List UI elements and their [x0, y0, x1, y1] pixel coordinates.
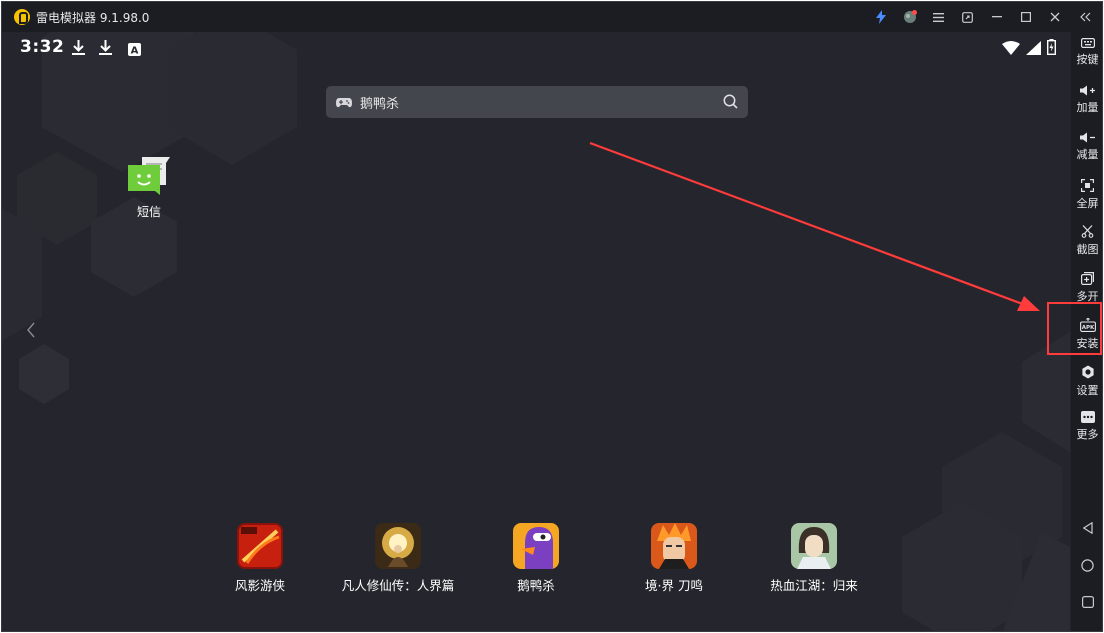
goose-goose-duck-icon	[513, 523, 559, 569]
battery-icon	[1046, 39, 1056, 59]
svg-text:APK: APK	[1081, 325, 1094, 331]
dock-app-goose-goose-duck[interactable]: 鹅鸭杀	[471, 523, 601, 594]
settings-icon	[1071, 365, 1102, 379]
volume-down-icon	[1071, 132, 1102, 143]
more-icon	[1071, 411, 1102, 423]
back-icon	[1082, 519, 1093, 538]
bleach-game-icon	[651, 523, 697, 569]
maximize-icon[interactable]	[1011, 2, 1040, 32]
restore-window-icon[interactable]	[953, 2, 982, 32]
title-bar: 雷电模拟器 9.1.98.0	[2, 2, 1102, 32]
toolbar-fullscreen-button[interactable]: 全屏	[1071, 179, 1102, 219]
signal-icon	[1026, 40, 1041, 59]
toolbar-more-button[interactable]: 更多	[1071, 411, 1102, 451]
search-icon[interactable]	[723, 94, 738, 113]
menu-icon[interactable]	[924, 2, 953, 32]
window-title: 雷电模拟器 9.1.98.0	[36, 10, 150, 25]
android-screen: 3:32 A 鹅鸭杀 短信 风影游侠 凡人修仙传：人界篇 鹅鸭杀 境·界 刀鸣 …	[2, 32, 1070, 631]
dock-app-rexue[interactable]: 热血江湖：归来	[749, 523, 879, 594]
apk-install-icon: APK	[1071, 318, 1102, 332]
gamepad-icon	[336, 93, 352, 112]
toolbar-label: 全屏	[1076, 197, 1099, 210]
skin-icon[interactable]	[895, 2, 924, 32]
status-right	[1002, 39, 1056, 59]
nav-recents-button[interactable]	[1071, 591, 1102, 613]
nav-home-button[interactable]	[1071, 555, 1102, 577]
toolbar-label: 设置	[1076, 384, 1099, 397]
keyboard-a-icon: A	[128, 41, 141, 60]
fanren-game-icon	[375, 523, 421, 569]
toolbar-volume-up-button[interactable]: 加量	[1071, 85, 1102, 125]
lightning-icon[interactable]	[866, 2, 895, 32]
toolbar-label: 截图	[1076, 243, 1099, 256]
toolbar-label: 多开	[1076, 290, 1099, 303]
side-toolbar: 按键 加量 减量 全屏 截图 多开 APK 安装 设置 更多	[1071, 32, 1102, 631]
download-icon	[72, 40, 85, 59]
svg-text:A: A	[131, 46, 139, 57]
toolbar-volume-down-button[interactable]: 减量	[1071, 132, 1102, 172]
download-icon	[99, 40, 112, 59]
toolbar-settings-button[interactable]: 设置	[1071, 365, 1102, 405]
dock-app-label: 鹅鸭杀	[517, 578, 555, 593]
toolbar-multi-instance-button[interactable]: 多开	[1071, 272, 1102, 312]
sms-icon	[128, 157, 170, 199]
minimize-icon[interactable]	[982, 2, 1011, 32]
desktop-app-label: 短信	[136, 205, 161, 219]
toolbar-label: 按键	[1076, 53, 1099, 66]
toolbar-install-apk-button[interactable]: APK 安装	[1071, 318, 1102, 358]
dock-app-label: 凡人修仙传：人界篇	[341, 578, 455, 593]
dock-app-fanren[interactable]: 凡人修仙传：人界篇	[333, 523, 463, 594]
toolbar-label: 减量	[1076, 148, 1099, 161]
toolbar-label: 安装	[1076, 337, 1099, 350]
search-query: 鹅鸭杀	[360, 96, 400, 112]
toolbar-label: 更多	[1076, 428, 1099, 441]
home-icon	[1081, 557, 1094, 576]
keymap-icon	[1071, 38, 1102, 48]
wifi-icon	[1002, 40, 1020, 59]
volume-up-icon	[1071, 85, 1102, 96]
status-time: 3:32	[20, 37, 65, 57]
dock-app-fengying[interactable]: 风影游侠	[195, 523, 325, 594]
toolbar-label: 加量	[1076, 101, 1099, 114]
title-controls	[866, 2, 1102, 32]
collapse-sidebar-icon[interactable]	[1069, 2, 1102, 32]
toolbar-screenshot-button[interactable]: 截图	[1071, 225, 1102, 265]
chevron-left-icon[interactable]	[26, 322, 36, 342]
status-bar: 3:32 A	[2, 32, 1070, 62]
rexue-game-icon	[791, 523, 837, 569]
close-icon[interactable]	[1040, 2, 1069, 32]
scissors-icon	[1071, 225, 1102, 238]
dock-app-bleach[interactable]: 境·界 刀鸣	[609, 523, 739, 594]
multi-instance-icon	[1071, 272, 1102, 285]
search-bar[interactable]: 鹅鸭杀	[326, 86, 748, 118]
fengying-game-icon	[237, 523, 283, 569]
dock-app-label: 热血江湖：归来	[770, 578, 858, 593]
toolbar-keymap-button[interactable]: 按键	[1071, 38, 1102, 78]
fullscreen-icon	[1071, 179, 1102, 192]
dock-app-label: 境·界 刀鸣	[645, 578, 703, 593]
app-logo-icon	[14, 9, 30, 25]
emulator-window: 雷电模拟器 9.1.98.0 3:32 A 鹅鸭杀 短信 风影游侠 凡人修仙传：…	[1, 1, 1103, 632]
desktop-app-sms[interactable]: 短信	[124, 157, 174, 220]
nav-back-button[interactable]	[1071, 517, 1102, 539]
dock-app-label: 风影游侠	[234, 578, 285, 593]
recents-icon	[1081, 593, 1094, 612]
